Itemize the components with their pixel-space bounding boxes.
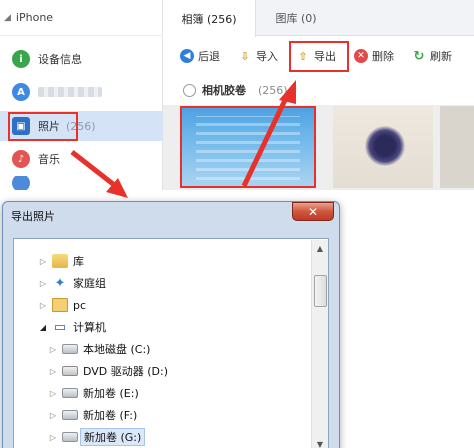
blurred-screenshot <box>196 116 300 180</box>
more-icon <box>12 176 30 190</box>
album-radio[interactable] <box>183 83 196 97</box>
sidebar-item-label: 音乐 <box>38 153 60 166</box>
expand-arrow-icon[interactable]: ▷ <box>38 279 48 288</box>
tree-node-label: 计算机 <box>73 321 106 334</box>
dialog-title: 导出照片 <box>11 210 55 223</box>
user-folder-icon <box>52 298 68 312</box>
delete-button[interactable]: ✕ 删除 <box>351 44 397 68</box>
import-label: 导入 <box>256 50 278 63</box>
tree-node-computer[interactable]: ◢ ▭ 计算机 <box>38 317 106 337</box>
photo-thumbnail[interactable] <box>333 106 433 188</box>
delete-icon: ✕ <box>354 49 368 63</box>
tree-node-label: pc <box>73 298 87 312</box>
screenshot-root: ◢ iPhone i 设备信息 A ▣ 照片 (256) ♪ 音乐 相簿 (25… <box>0 0 474 448</box>
tree-node-label: 本地磁盘 (C:) <box>83 343 151 356</box>
hard-disk-icon <box>62 344 78 354</box>
photos-highlight-box <box>8 112 78 141</box>
computer-icon: ▭ <box>53 319 67 335</box>
expand-arrow-icon[interactable]: ▷ <box>38 301 48 310</box>
tree-node-library[interactable]: ▷ 库 <box>38 251 84 271</box>
expand-arrow-icon[interactable]: ▷ <box>48 345 58 354</box>
tree-node-label: 新加卷 (F:) <box>83 409 138 422</box>
sidebar-item-more[interactable] <box>0 176 163 190</box>
tree-node-drive-c[interactable]: ▷ 本地磁盘 (C:) <box>48 339 151 359</box>
collapse-arrow-icon[interactable]: ◢ <box>38 323 48 332</box>
tree-node-label: 新加卷 (E:) <box>83 387 139 400</box>
tree-node-label: DVD 驱动器 (D:) <box>83 365 169 378</box>
delete-label: 删除 <box>372 50 394 63</box>
close-button[interactable]: ✕ <box>292 202 334 221</box>
hard-disk-icon <box>62 410 78 420</box>
hard-disk-icon <box>62 432 78 442</box>
tree-node-drive-e[interactable]: ▷ 新加卷 (E:) <box>48 383 139 403</box>
album-count: (256) <box>258 83 288 97</box>
import-icon: ⇩ <box>240 49 250 63</box>
homegroup-icon: ✦ <box>54 275 66 291</box>
tree-node-label: 新加卷 (G:) <box>80 428 146 446</box>
tree-node-label: 库 <box>73 255 84 268</box>
vertical-scrollbar[interactable]: ▲ ▼ <box>311 240 328 448</box>
tree-node-drive-g[interactable]: ▷ 新加卷 (G:) <box>48 427 146 447</box>
tree-node-label: 家庭组 <box>73 277 106 290</box>
back-button[interactable]: ◀ 后退 <box>177 44 223 68</box>
sidebar-item-label: 设备信息 <box>38 53 82 66</box>
expand-arrow-icon[interactable]: ▷ <box>48 411 58 420</box>
sidebar-item-music[interactable]: ♪ 音乐 <box>0 144 163 174</box>
device-header[interactable]: ◢ iPhone <box>0 0 163 36</box>
refresh-icon: ↻ <box>413 48 425 64</box>
info-icon: i <box>12 50 30 68</box>
export-highlight-box <box>289 41 349 72</box>
import-button[interactable]: ⇩ 导入 <box>235 44 281 68</box>
tree-node-drive-f[interactable]: ▷ 新加卷 (F:) <box>48 405 137 425</box>
scroll-up-icon[interactable]: ▲ <box>312 240 328 256</box>
folder-tree: ▷ 库 ▷ ✦ 家庭组 ▷ pc ◢ ▭ 计算机 ▷ 本地磁盘 (C:) ▷ D… <box>13 238 329 448</box>
expand-arrow-icon[interactable]: ▷ <box>48 389 58 398</box>
expand-arrow-icon[interactable]: ▷ <box>48 433 58 442</box>
expand-arrow-icon[interactable]: ▷ <box>48 367 58 376</box>
urchin-photo <box>365 126 405 166</box>
app-store-icon: A <box>12 83 30 101</box>
expand-arrow-icon[interactable]: ▷ <box>38 257 48 266</box>
sidebar-item-device-info[interactable]: i 设备信息 <box>0 44 163 74</box>
dvd-drive-icon <box>62 366 78 376</box>
blurred-label <box>38 87 102 97</box>
export-dialog: 导出照片 ✕ ▷ 库 ▷ ✦ 家庭组 ▷ pc ◢ ▭ 计算机 ▷ 本地磁盘 (… <box>2 201 340 448</box>
sidebar-item-apps[interactable]: A <box>0 77 163 107</box>
tab-bar: 相簿 (256) 图库 (0) <box>163 0 474 37</box>
refresh-label: 刷新 <box>430 50 452 63</box>
device-name: iPhone <box>15 11 54 24</box>
library-folder-icon <box>52 254 68 268</box>
back-label: 后退 <box>198 50 220 63</box>
tab-gallery[interactable]: 图库 (0) <box>256 0 336 36</box>
collapse-chevron-icon[interactable]: ◢ <box>4 13 11 23</box>
music-icon: ♪ <box>12 150 30 168</box>
scroll-thumb[interactable] <box>314 275 327 307</box>
album-row[interactable]: 相机胶卷 (256) <box>163 75 474 105</box>
photo-thumbnail[interactable] <box>180 106 316 188</box>
tree-node-pc[interactable]: ▷ pc <box>38 295 86 315</box>
back-arrow-icon: ◀ <box>180 49 194 63</box>
hard-disk-icon <box>62 388 78 398</box>
tree-node-drive-d[interactable]: ▷ DVD 驱动器 (D:) <box>48 361 168 381</box>
tree-node-homegroup[interactable]: ▷ ✦ 家庭组 <box>38 273 106 293</box>
refresh-button[interactable]: ↻ 刷新 <box>409 44 455 68</box>
scroll-down-icon[interactable]: ▼ <box>312 436 328 448</box>
tab-albums[interactable]: 相簿 (256) <box>163 0 256 37</box>
photo-thumbnail[interactable] <box>440 106 474 188</box>
album-label: 相机胶卷 <box>202 84 246 97</box>
sidebar: ◢ iPhone i 设备信息 A ▣ 照片 (256) ♪ 音乐 <box>0 0 163 190</box>
